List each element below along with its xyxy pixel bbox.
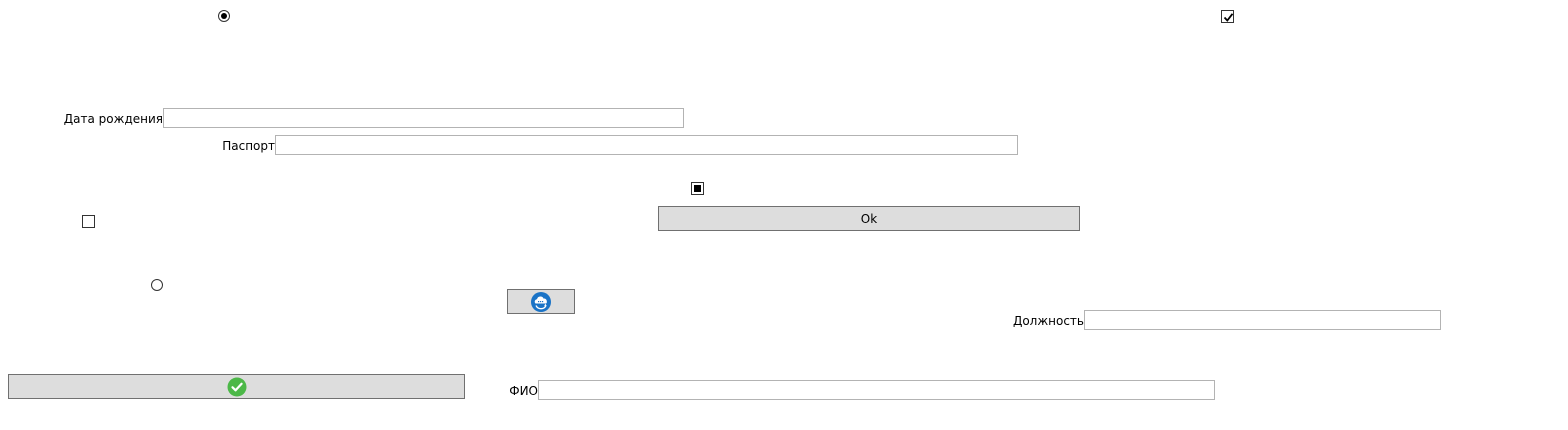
checkbox-top-right[interactable] (1221, 10, 1234, 23)
refresh-button[interactable] (507, 289, 575, 314)
radio-bottom[interactable] (151, 279, 163, 291)
full-name-field[interactable] (538, 380, 1215, 400)
passport-field[interactable] (275, 135, 1018, 155)
green-checkmark-icon (227, 377, 246, 396)
confirm-button[interactable] (8, 374, 465, 399)
checkbox-left[interactable] (82, 215, 95, 228)
checkbox-middle[interactable] (691, 182, 704, 195)
radio-top[interactable] (218, 10, 230, 22)
cloud-refresh-icon (531, 291, 551, 312)
passport-label: Паспорт (222, 139, 275, 153)
position-field[interactable] (1084, 310, 1441, 330)
checkmark-icon (1223, 13, 1234, 22)
birth-date-field[interactable] (163, 108, 684, 128)
birth-date-label: Дата рождения (63, 112, 163, 126)
full-name-label: ФИО (509, 384, 538, 398)
position-label: Должность (1012, 314, 1084, 328)
ok-button[interactable]: Ok (658, 206, 1080, 231)
